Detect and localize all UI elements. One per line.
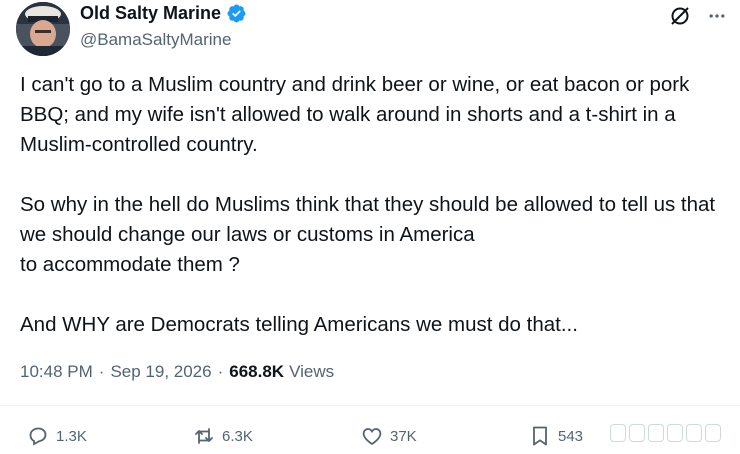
views-count[interactable]: 668.8K <box>229 362 284 382</box>
tweet-meta: 10:48 PM · Sep 19, 2026 · 668.8K Views <box>20 362 334 382</box>
reply-button[interactable]: 1.3K <box>26 424 87 448</box>
like-count: 37K <box>390 427 417 445</box>
author-handle[interactable]: @BamaSaltyMarine <box>80 30 231 50</box>
grok-icon[interactable] <box>668 4 692 28</box>
more-horizontal-icon[interactable] <box>706 5 728 27</box>
reply-icon <box>29 427 47 446</box>
tweet-date[interactable]: Sep 19, 2026 <box>110 362 211 382</box>
bookmark-button[interactable]: 543 <box>528 424 583 448</box>
bookmark-icon <box>533 426 547 446</box>
tweet-text: I can't go to a Muslim country and drink… <box>20 70 732 340</box>
divider <box>0 405 740 406</box>
like-button[interactable]: 37K <box>360 424 417 448</box>
tweet-paragraph: So why in the hell do Muslims think that… <box>20 193 716 246</box>
repost-count: 6.3K <box>222 427 253 445</box>
author-name-row: Old Salty Marine <box>80 3 247 24</box>
bookmark-count: 543 <box>558 427 584 445</box>
tweet-paragraph: I can't go to a Muslim country and drink… <box>20 73 690 156</box>
views-label: Views <box>289 362 335 381</box>
repost-icon <box>195 428 213 444</box>
share-icon <box>610 424 721 442</box>
avatar[interactable] <box>16 2 70 56</box>
verified-badge-icon[interactable] <box>226 3 247 24</box>
top-actions <box>668 4 728 28</box>
separator-dot: · <box>98 362 105 381</box>
tweet-time[interactable]: 10:48 PM <box>20 362 93 382</box>
tweet-paragraph: And WHY are Democrats telling Americans … <box>20 313 578 336</box>
share-button[interactable] <box>610 424 721 442</box>
separator-dot: · <box>217 362 224 381</box>
heart-icon <box>362 428 382 446</box>
tweet-paragraph: to accommodate them ? <box>20 253 240 276</box>
repost-button[interactable]: 6.3K <box>192 424 253 448</box>
author-display-name[interactable]: Old Salty Marine <box>80 3 221 24</box>
avatar-image <box>16 2 70 56</box>
reply-count: 1.3K <box>56 427 87 445</box>
action-bar: 1.3K 6.3K 37K 543 <box>0 418 740 454</box>
